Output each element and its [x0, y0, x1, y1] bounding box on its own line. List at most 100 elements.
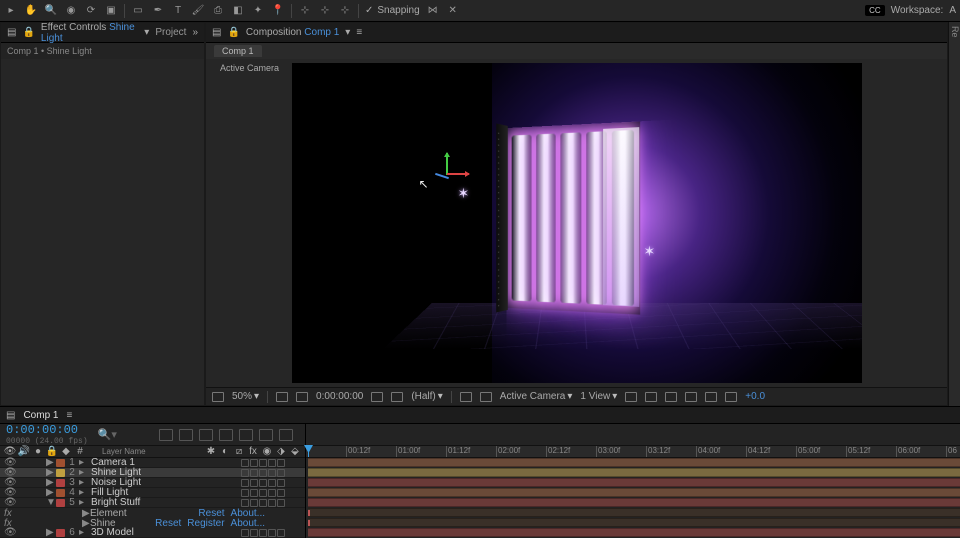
views-dropdown[interactable]: 1 View ▾ [580, 391, 617, 402]
project-tab[interactable]: Project [155, 27, 186, 38]
switch-quality[interactable] [259, 469, 267, 477]
switch-shy[interactable] [241, 529, 249, 537]
switch-3d[interactable] [277, 529, 285, 537]
axis-view-icon[interactable]: ⊹ [338, 4, 352, 18]
switch-fx[interactable] [268, 469, 276, 477]
composition-tab[interactable]: Composition Comp 1 [246, 27, 339, 38]
pixel-aspect-icon[interactable] [625, 392, 637, 402]
switch-shy[interactable] [241, 499, 249, 507]
switch-col-icon[interactable]: ⧄ [233, 447, 245, 457]
track-bar[interactable] [308, 518, 960, 527]
switch-col-icon[interactable]: fx [247, 447, 259, 457]
layer-row[interactable]: 👁▶6▸3D Model [0, 528, 305, 538]
view-option2-icon[interactable] [685, 392, 697, 402]
switch-3d[interactable] [277, 499, 285, 507]
pen-tool-icon[interactable]: ✒ [151, 4, 165, 18]
orbit-tool-icon[interactable]: ◉ [64, 4, 78, 18]
camera-tool-icon[interactable]: ▣ [104, 4, 118, 18]
selection-tool-icon[interactable]: ▸ [4, 4, 18, 18]
eye-col-icon[interactable]: 👁 [4, 447, 16, 457]
switch-col-icon[interactable]: ⬗ [275, 447, 287, 457]
playhead[interactable] [308, 446, 309, 457]
snap-option-icon[interactable]: ⋈ [426, 4, 440, 18]
switch-fx[interactable] [268, 499, 276, 507]
snapping-toggle[interactable]: ✓ Snapping [365, 5, 420, 16]
twirl-name-icon[interactable]: ▸ [79, 527, 87, 538]
right-dock[interactable]: Re [948, 22, 960, 406]
layer-name-header[interactable]: Layer Name [102, 447, 146, 456]
keyframe-marker[interactable] [308, 510, 310, 516]
effect-controls-tab[interactable]: Effect Controls Shine Light [41, 22, 138, 44]
label-color[interactable] [56, 459, 65, 467]
twirl-icon[interactable]: ▶ [46, 527, 54, 538]
switch-shy[interactable] [241, 479, 249, 487]
switch-quality[interactable] [259, 499, 267, 507]
timeline-icon[interactable] [705, 392, 717, 402]
effect-row[interactable]: fx▶ElementResetAbout... [0, 508, 305, 518]
current-timecode[interactable]: 0:00:00:00 [6, 423, 88, 437]
label-color[interactable] [56, 469, 65, 477]
timeline-tab[interactable]: Comp 1 [23, 410, 58, 421]
switch-quality[interactable] [259, 459, 267, 467]
keyframe-marker[interactable] [308, 520, 310, 526]
lock-col-icon[interactable]: 🔒 [46, 447, 58, 457]
label-color[interactable] [56, 479, 65, 487]
switch-quality[interactable] [259, 529, 267, 537]
switch-collapse[interactable] [250, 479, 258, 487]
track-bar[interactable] [308, 508, 960, 517]
effect-reset-link[interactable]: Reset [155, 518, 187, 529]
axis-world-icon[interactable]: ⊹ [318, 4, 332, 18]
gizmo-y-axis[interactable] [446, 153, 448, 175]
grid-icon[interactable] [276, 392, 288, 402]
switch-shy[interactable] [241, 459, 249, 467]
track-bar[interactable] [308, 488, 960, 497]
switch-fx[interactable] [268, 489, 276, 497]
visibility-toggle[interactable]: 👁 [4, 527, 16, 538]
snap-option2-icon[interactable]: ✕ [446, 4, 460, 18]
snapshot-icon[interactable] [371, 392, 383, 402]
switch-shy[interactable] [241, 489, 249, 497]
magnify-icon[interactable] [212, 392, 224, 402]
solo-icon[interactable] [279, 429, 293, 441]
switch-3d[interactable] [277, 459, 285, 467]
comp-subtab[interactable]: Comp 1 [214, 45, 262, 57]
twirl-icon[interactable]: ▼ [46, 497, 54, 508]
switch-collapse[interactable] [250, 459, 258, 467]
roto-tool-icon[interactable]: ✦ [251, 4, 265, 18]
effect-row[interactable]: fx▶ShineResetRegisterAbout... [0, 518, 305, 528]
view-options-icon[interactable] [665, 392, 677, 402]
layer-name[interactable]: Bright Stuff [89, 497, 239, 508]
effect-register-link[interactable]: Register [187, 518, 230, 529]
switch-collapse[interactable] [250, 529, 258, 537]
exposure-value[interactable]: +0.0 [745, 391, 765, 402]
label-color[interactable] [56, 529, 65, 537]
brush-tool-icon[interactable]: 🖌 [191, 4, 205, 18]
timecode-display[interactable]: 0:00:00:00 [316, 391, 363, 402]
layer-name[interactable]: 3D Model [89, 527, 239, 538]
draft3d-icon[interactable] [259, 429, 273, 441]
grip-icon[interactable]: ▤ [6, 410, 15, 421]
switch-quality[interactable] [259, 479, 267, 487]
camera-dropdown[interactable]: Active Camera ▾ [500, 391, 573, 402]
exposure-reset-icon[interactable] [725, 392, 737, 402]
audio-col-icon[interactable]: 🔊 [18, 447, 30, 457]
switch-col-icon[interactable]: ◉ [261, 447, 273, 457]
close-panel-icon[interactable]: » [192, 27, 198, 38]
motion-blur-icon[interactable] [219, 429, 233, 441]
zoom-tool-icon[interactable]: 🔍 [44, 4, 58, 18]
tab-menu-icon[interactable]: ≡ [66, 410, 72, 421]
workspace-switcher[interactable]: CC Workspace: A [865, 5, 956, 16]
switch-collapse[interactable] [250, 499, 258, 507]
track-area[interactable] [306, 458, 960, 538]
search-icon[interactable]: 🔍▾ [98, 428, 117, 441]
rect-tool-icon[interactable]: ▭ [131, 4, 145, 18]
axis-local-icon[interactable]: ⊹ [298, 4, 312, 18]
lock-icon[interactable]: 🔒 [22, 27, 34, 38]
transparency-icon[interactable] [480, 392, 492, 402]
switch-shy[interactable] [241, 469, 249, 477]
layer-row[interactable]: 👁▼5▸Bright Stuff [0, 498, 305, 508]
twirl-name-icon[interactable]: ▸ [79, 497, 87, 508]
track-bar[interactable] [308, 468, 960, 477]
switch-col-icon[interactable]: ⬙ [289, 447, 301, 457]
switch-collapse[interactable] [250, 489, 258, 497]
